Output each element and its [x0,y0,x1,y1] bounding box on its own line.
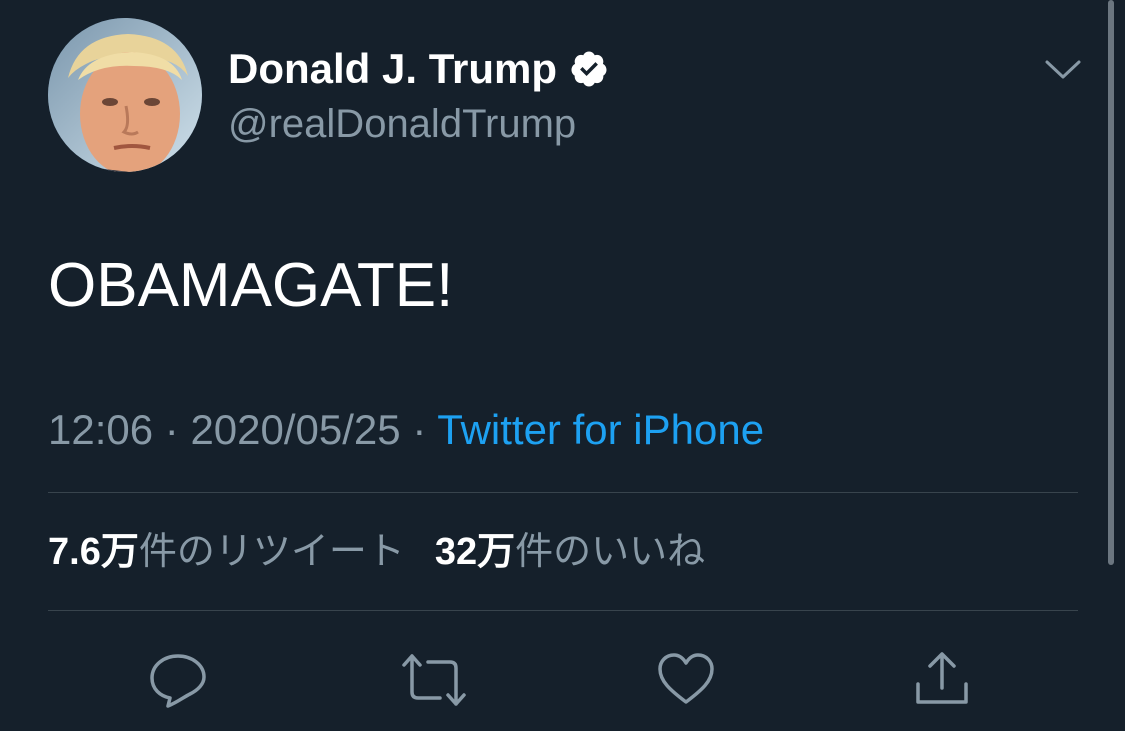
display-name[interactable]: Donald J. Trump [228,44,609,94]
tweet-source-link[interactable]: Twitter for iPhone [437,406,764,453]
reply-icon [150,654,206,708]
likes-stat[interactable]: 32万件のいいね [435,531,705,573]
avatar[interactable] [48,18,202,172]
reply-button[interactable] [148,650,208,710]
tweet-detail-view: Donald J. Trump @realDonaldTrump OBAMAGA… [0,0,1125,731]
tweet-date: 2020/05/25 [190,406,401,453]
scrollbar[interactable] [1108,0,1114,565]
divider [48,610,1078,611]
tweet-metadata: 12:06 · 2020/05/25 · Twitter for iPhone [48,404,764,456]
profile-photo-icon [48,18,202,172]
like-icon [658,653,714,704]
retweets-label: 件のリツイート [138,531,405,573]
divider [48,492,1078,493]
retweets-stat[interactable]: 7.6万件のリツイート [48,531,405,573]
retweet-icon [402,654,466,706]
like-button[interactable] [656,650,716,710]
likes-count: 32万 [434,531,516,573]
display-name-text: Donald J. Trump [228,45,558,92]
meta-separator: · [164,406,191,453]
retweets-count: 7.6万 [48,531,139,573]
share-icon [916,652,968,704]
tweet-time: 12:06 [48,406,154,453]
tweet-text: OBAMAGATE! [48,251,454,320]
chevron-down-icon[interactable] [1044,56,1082,84]
engagement-stats: 7.6万件のリツイート 32万件のいいね [48,527,705,577]
user-handle[interactable]: @realDonaldTrump [228,100,576,148]
share-button[interactable] [912,650,972,710]
meta-separator: · [412,406,438,453]
retweet-button[interactable] [400,650,466,710]
likes-label: 件のいいね [515,531,706,573]
verified-badge-icon [569,49,609,89]
